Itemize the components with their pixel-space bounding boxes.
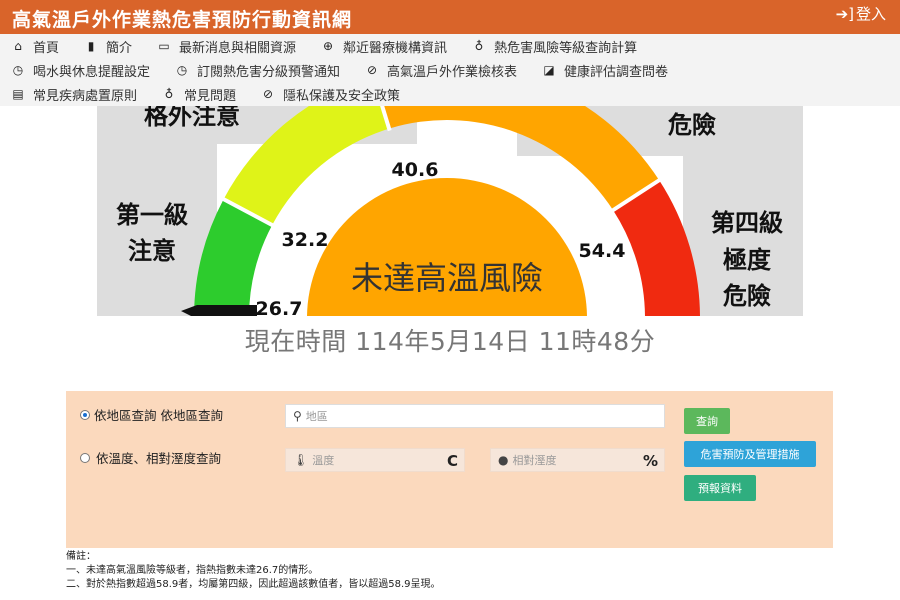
notes-line-2: 二、對於熱指數超過58.9者，均屬第四級，因此超過該數值者，皆以超過58.9呈現… <box>66 579 441 590</box>
nav-item-checklist[interactable]: ⊘ 高氣溫戶外作業檢核表 <box>364 61 517 80</box>
threshold-54-4: 54.4 <box>579 240 626 262</box>
clipboard-icon: ▤ <box>12 87 24 101</box>
celsius-unit: C <box>446 452 458 470</box>
search-button[interactable]: 查詢 <box>684 408 730 434</box>
threshold-26-7: 26.7 <box>256 298 303 316</box>
level2-label: 格外注意 <box>144 106 240 130</box>
temperature-input[interactable]: 🌡︎ 溫度 C <box>285 448 465 472</box>
map-marker-icon: ⚲ <box>293 409 302 423</box>
nav-row-2: ◷ 喝水與休息提醒設定 ◷ 訂閱熱危害分級預警通知 ⊘ 高氣溫戶外作業檢核表 ◪ 健康評… <box>0 58 682 82</box>
clock-icon: ◷ <box>12 63 24 77</box>
risk-gauge: 未達高溫風險 26.7 32.2 40.6 54.4 第一級 注意 格外注意 危… <box>97 106 803 316</box>
clock-icon: ◷ <box>176 63 188 77</box>
query-by-area-option[interactable]: 依地區查詢 依地區查詢 <box>80 405 223 424</box>
notes-heading: 備註： <box>66 551 96 562</box>
site-title: 高氣溫戶外作業熱危害預防行動資訊網 <box>12 9 353 31</box>
lightbulb-icon: ♁ <box>164 87 174 101</box>
nav-item-intro[interactable]: ▮ 簡介 <box>83 37 132 56</box>
nav-item-risk-calc[interactable]: ♁ 熱危害風險等級查詢計算 <box>471 37 637 56</box>
nav-item-survey[interactable]: ◪ 健康評估調查問卷 <box>541 61 668 80</box>
nav-item-disease[interactable]: ▤ 常見疾病處置原則 <box>10 85 137 104</box>
check-circle-icon: ⊘ <box>367 63 378 77</box>
radio-area[interactable] <box>80 409 90 420</box>
current-time: 現在時間 114年5月14日 11時48分 <box>244 327 656 356</box>
area-input[interactable]: ⚲ 地區 <box>285 404 665 428</box>
level3-label: 危險 <box>668 111 716 139</box>
droplet-icon: ● <box>498 453 509 467</box>
nav-item-faq[interactable]: ♁ 常見問題 <box>161 85 236 104</box>
humidity-input[interactable]: ● 相對溼度 % <box>490 448 665 472</box>
level4-label-line2: 極度 <box>723 246 772 274</box>
radio-temp[interactable] <box>80 452 90 463</box>
notes-line-1: 一、未達高氣溫風險等級者，指熱指數未達26.7的情形。 <box>66 565 319 576</box>
header-bar: 高氣溫戶外作業熱危害預防行動資訊網 ➔] 登入 <box>0 0 900 34</box>
nav-item-news[interactable]: ▭ 最新消息與相關資源 <box>156 37 296 56</box>
folder-icon: ▭ <box>158 39 170 53</box>
query-panel: 依地區查詢 依地區查詢 依溫度、相對溼度查詢 ⚲ 地區 🌡︎ 溫度 C ● 相對… <box>66 391 833 548</box>
home-icon: ⌂ <box>14 39 22 53</box>
edit-square-icon: ◪ <box>543 63 555 77</box>
bookmark-icon: ▮ <box>87 39 95 53</box>
plus-circle-icon: ⊕ <box>323 39 334 53</box>
main-nav: ⌂ 首頁 ▮ 簡介 ▭ 最新消息與相關資源 ⊕ 鄰近醫療機構資訊 ♁ 熱危害風險等級查詢計… <box>0 34 900 106</box>
level1-label-line2: 注意 <box>128 237 176 265</box>
login-link[interactable]: ➔] 登入 <box>836 3 886 24</box>
query-by-temp-option[interactable]: 依溫度、相對溼度查詢 <box>80 448 221 467</box>
percent-unit: % <box>642 452 658 470</box>
nav-row-1: ⌂ 首頁 ▮ 簡介 ▭ 最新消息與相關資源 ⊕ 鄰近醫療機構資訊 ♁ 熱危害風險等級查詢計… <box>0 34 651 58</box>
threshold-40-6: 40.6 <box>392 159 439 181</box>
nav-item-home[interactable]: ⌂ 首頁 <box>10 37 59 56</box>
level4-label-line1: 第四級 <box>711 209 783 237</box>
lightbulb-icon: ♁ <box>474 39 484 53</box>
notes: 備註： 一、未達高氣溫風險等級者，指熱指數未達26.7的情形。 二、對於熱指數超… <box>66 550 441 592</box>
nav-item-privacy[interactable]: ⊘ 隱私保護及安全政策 <box>260 85 400 104</box>
nav-row-3: ▤ 常見疾病處置原則 ♁ 常見問題 ⊘ 隱私保護及安全政策 <box>0 82 414 106</box>
nav-item-subscribe[interactable]: ◷ 訂閱熱危害分級預警通知 <box>174 61 340 80</box>
threshold-32-2: 32.2 <box>282 229 329 251</box>
thermometer-icon: 🌡︎ <box>293 453 309 467</box>
nav-item-water-rest[interactable]: ◷ 喝水與休息提醒設定 <box>10 61 150 80</box>
center-label: 未達高溫風險 <box>351 259 543 297</box>
prevention-measures-button[interactable]: 危害預防及管理措施 <box>684 441 816 467</box>
forecast-data-button[interactable]: 預報資料 <box>684 475 756 501</box>
gauge-svg: 未達高溫風險 26.7 32.2 40.6 54.4 第一級 注意 格外注意 危… <box>97 106 803 316</box>
sign-in-icon: ➔] <box>835 4 854 23</box>
check-circle-icon: ⊘ <box>263 87 274 101</box>
level1-label-line1: 第一級 <box>116 201 188 229</box>
login-label: 登入 <box>855 5 886 23</box>
nav-item-medical[interactable]: ⊕ 鄰近醫療機構資訊 <box>320 37 447 56</box>
level4-label-line3: 危險 <box>723 282 771 310</box>
